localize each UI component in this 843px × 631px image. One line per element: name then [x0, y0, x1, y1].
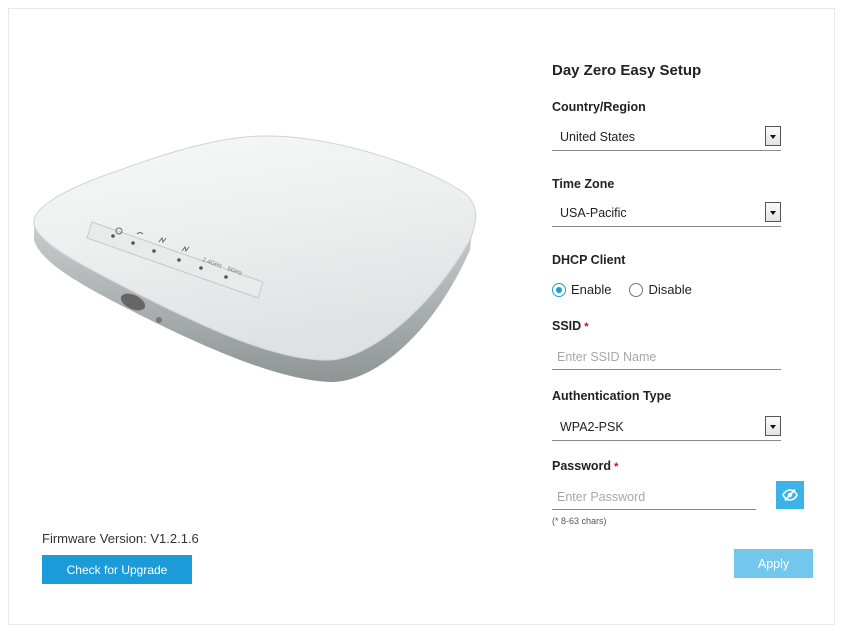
dhcp-label: DHCP Client [552, 253, 626, 267]
chevron-down-icon[interactable] [765, 202, 781, 222]
ssid-label-text: SSID [552, 319, 582, 333]
required-mark: * [614, 461, 619, 473]
check-upgrade-button[interactable]: Check for Upgrade [42, 555, 192, 584]
apply-button[interactable]: Apply [734, 549, 813, 578]
dhcp-radio-group: Enable Disable [552, 282, 710, 297]
chevron-down-icon[interactable] [765, 416, 781, 436]
toggle-password-button[interactable] [776, 481, 804, 509]
eye-slash-icon [782, 489, 798, 501]
dhcp-enable-radio[interactable] [552, 282, 566, 297]
dhcp-disable-option[interactable]: Disable [629, 282, 692, 297]
auth-select[interactable]: WPA2-PSK [552, 415, 781, 441]
dhcp-enable-label: Enable [571, 282, 612, 297]
ssid-input[interactable] [552, 344, 781, 370]
dhcp-disable-label: Disable [648, 282, 692, 297]
access-point-image: 2.4GHz 5GHz [33, 135, 477, 383]
country-value: United States [560, 130, 636, 144]
chevron-down-icon[interactable] [765, 126, 781, 146]
ssid-label: SSID * [552, 319, 588, 333]
dhcp-enable-option[interactable]: Enable [552, 282, 611, 297]
password-label: Password * [552, 459, 618, 473]
dhcp-disable-radio[interactable] [629, 282, 644, 297]
timezone-value: USA-Pacific [560, 206, 627, 220]
country-label: Country/Region [552, 100, 646, 114]
auth-value: WPA2-PSK [560, 420, 624, 434]
timezone-select[interactable]: USA-Pacific [552, 201, 781, 227]
timezone-label: Time Zone [552, 177, 615, 191]
password-input[interactable] [552, 484, 756, 510]
auth-label: Authentication Type [552, 389, 672, 403]
required-mark: * [584, 321, 589, 333]
firmware-version: Firmware Version: V1.2.1.6 [42, 531, 199, 546]
page-title: Day Zero Easy Setup [552, 62, 702, 79]
country-select[interactable]: United States [552, 125, 781, 151]
password-label-text: Password [552, 459, 612, 473]
password-hint: (* 8-63 chars) [552, 516, 607, 526]
